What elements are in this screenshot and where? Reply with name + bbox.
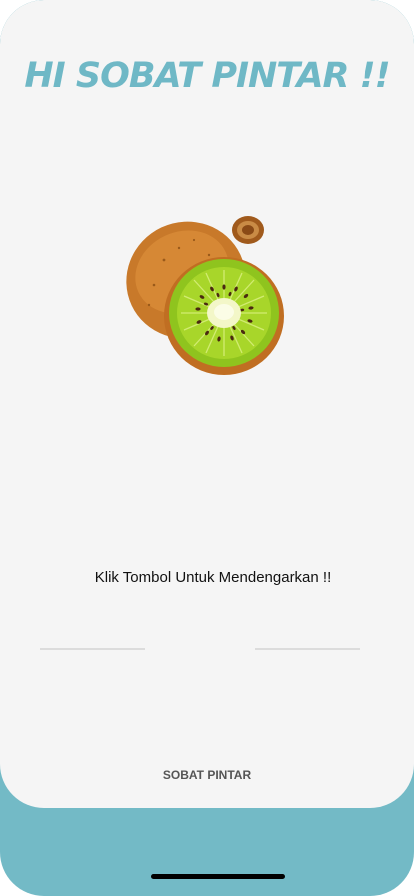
kiwi-fruit-image bbox=[126, 216, 284, 375]
main-card: HI SOBAT PINTAR !! Klik Tombol Untuk Men… bbox=[0, 0, 414, 808]
page-title: HI SOBAT PINTAR !! bbox=[24, 56, 390, 96]
divider-right bbox=[255, 648, 360, 650]
footer-label: SOBAT PINTAR bbox=[162, 768, 252, 782]
divider-left bbox=[40, 648, 145, 650]
instruction-text: Klik Tombol Untuk Mendengarkan !! bbox=[94, 569, 332, 586]
app-screen: HI SOBAT PINTAR !! Klik Tombol Untuk Men… bbox=[0, 0, 414, 896]
home-indicator[interactable] bbox=[151, 874, 285, 879]
